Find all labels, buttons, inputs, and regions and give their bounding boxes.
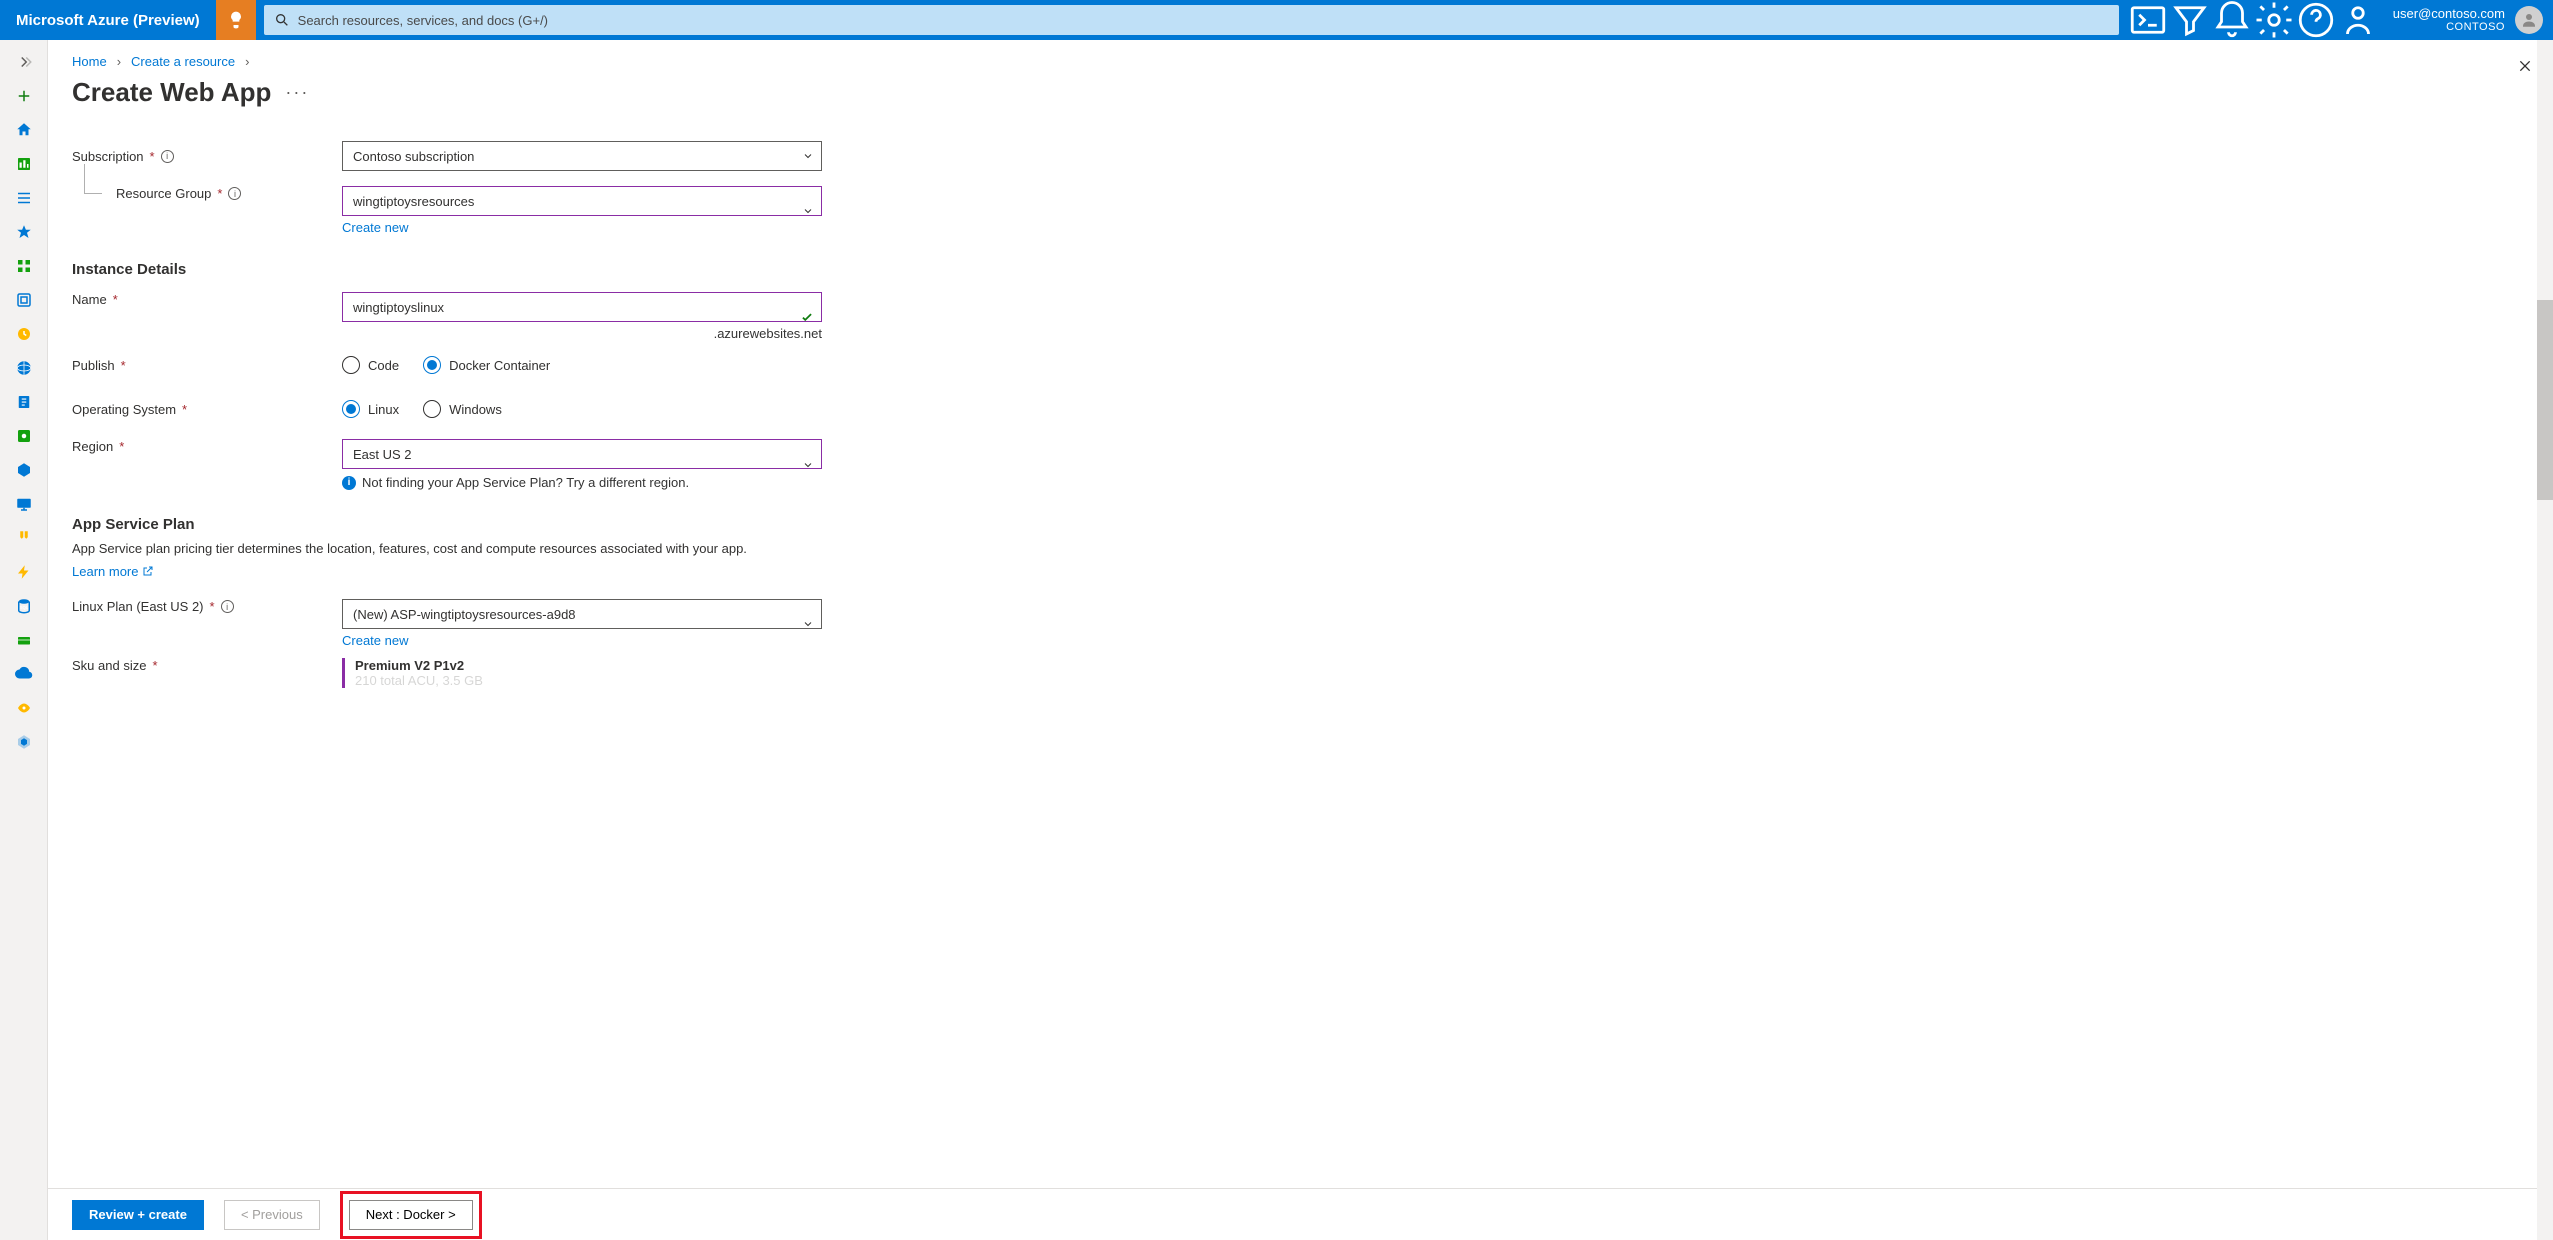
highlight-frame: Next : Docker > [340,1191,482,1239]
section-instance-details: Instance Details [72,261,932,278]
top-bar: Microsoft Azure (Preview) user@contoso.c… [0,0,2553,40]
rail-vnet-icon[interactable] [4,658,44,690]
info-icon[interactable]: i [221,600,234,613]
chevron-down-icon [802,205,814,217]
chevron-down-icon [802,459,814,471]
create-new-plan-link[interactable]: Create new [342,633,408,648]
directory-filter-icon[interactable] [2169,0,2211,40]
breadcrumb-home[interactable]: Home [72,54,107,69]
plan-description: App Service plan pricing tier determines… [72,541,832,556]
rail-favorites-icon[interactable] [4,216,44,248]
notifications-icon[interactable] [2211,0,2253,40]
label-region: Region* [72,439,342,454]
name-input[interactable]: wingtiptoyslinux [342,292,822,322]
rail-home-icon[interactable] [4,114,44,146]
label-linux-plan: Linux Plan (East US 2)* i [72,599,342,614]
next-button[interactable]: Next : Docker > [349,1200,473,1230]
search-input[interactable] [264,5,2119,35]
resource-group-select[interactable]: wingtiptoysresources [342,186,822,216]
rail-storage-icon[interactable] [4,556,44,588]
chevron-down-icon [802,150,814,162]
preview-badge-icon[interactable] [216,0,256,40]
chevron-right-icon: › [245,54,249,69]
sku-display: Premium V2 P1v2 210 total ACU, 3.5 GB [342,658,822,688]
label-sku: Sku and size* [72,658,342,673]
rail-quickstart-icon[interactable] [4,318,44,350]
breadcrumb-create-resource[interactable]: Create a resource [131,54,235,69]
rail-create-icon[interactable] [4,80,44,112]
label-os: Operating System* [72,402,342,417]
section-app-service-plan: App Service Plan [72,516,932,533]
label-publish: Publish* [72,358,342,373]
search-icon [274,12,290,28]
cloud-shell-icon[interactable] [2127,0,2169,40]
rail-expand-icon[interactable] [4,46,44,78]
scrollbar[interactable] [2537,40,2553,1240]
publish-docker-radio[interactable]: Docker Container [423,356,550,374]
publish-code-radio[interactable]: Code [342,356,399,374]
account-area[interactable]: user@contoso.com CONTOSO [2379,4,2553,37]
rail-resource-groups-icon[interactable] [4,284,44,316]
account-email: user@contoso.com [2393,6,2505,22]
scrollbar-thumb[interactable] [2537,300,2553,500]
region-hint: i Not finding your App Service Plan? Try… [342,475,822,490]
check-icon [800,310,814,324]
os-windows-radio[interactable]: Windows [423,400,502,418]
label-name: Name* [72,292,342,307]
linux-plan-select[interactable]: (New) ASP-wingtiptoysresources-a9d8 [342,599,822,629]
rail-function-apps-icon[interactable] [4,386,44,418]
name-suffix: .azurewebsites.net [342,326,822,341]
rail-sql-icon[interactable] [4,420,44,452]
topbar-actions [2127,0,2379,40]
help-icon[interactable] [2295,0,2337,40]
external-link-icon [142,565,154,577]
rail-dashboard-icon[interactable] [4,148,44,180]
region-select[interactable]: East US 2 [342,439,822,469]
rail-all-services-icon[interactable] [4,182,44,214]
chevron-right-icon: › [117,54,121,69]
label-subscription: Subscription* i [72,149,342,164]
rail-vm-icon[interactable] [4,488,44,520]
close-icon[interactable] [2517,58,2533,77]
avatar[interactable] [2515,6,2543,34]
review-create-button[interactable]: Review + create [72,1200,204,1230]
search-container [256,1,2127,39]
rail-aad-icon[interactable] [4,692,44,724]
settings-icon[interactable] [2253,0,2295,40]
learn-more-link[interactable]: Learn more [72,564,154,579]
label-resource-group: Resource Group* i [72,186,342,201]
rail-cosmos-icon[interactable] [4,454,44,486]
feedback-icon[interactable] [2337,0,2379,40]
account-tenant: CONTOSO [2393,21,2505,34]
info-icon: i [342,476,356,490]
main-content: Home › Create a resource › Create Web Ap… [48,40,2553,1240]
wizard-footer: Review + create < Previous Next : Docker… [48,1188,2553,1240]
more-actions-icon[interactable]: ··· [285,82,309,103]
chevron-down-icon [802,618,814,630]
info-icon[interactable]: i [161,150,174,163]
brand-title: Microsoft Azure (Preview) [0,12,216,29]
info-icon[interactable]: i [228,187,241,200]
page-title: Create Web App [72,77,271,108]
rail-app-services-icon[interactable] [4,352,44,384]
os-linux-radio[interactable]: Linux [342,400,399,418]
breadcrumb: Home › Create a resource › [72,54,2529,69]
nav-rail: SQL [0,40,48,1240]
rail-all-resources-icon[interactable] [4,250,44,282]
rail-sql-db-icon[interactable]: SQL [4,590,44,622]
subscription-select[interactable]: Contoso subscription [342,141,822,171]
rail-monitor-icon[interactable] [4,726,44,758]
rail-cosmos-db-icon[interactable] [4,624,44,656]
rail-load-balancer-icon[interactable] [4,522,44,554]
previous-button: < Previous [224,1200,320,1230]
create-new-rg-link[interactable]: Create new [342,220,408,235]
svg-text:SQL: SQL [19,605,29,610]
